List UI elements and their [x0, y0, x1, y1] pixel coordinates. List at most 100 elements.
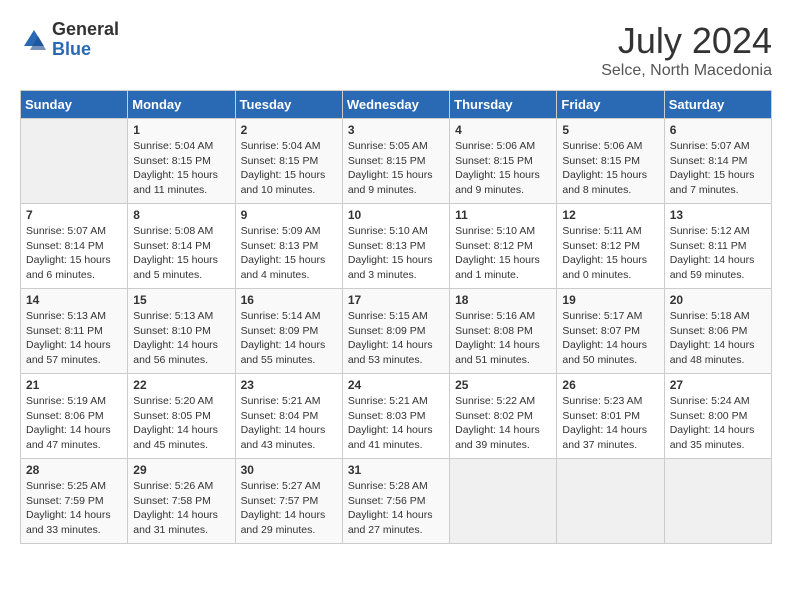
col-thursday: Thursday [450, 91, 557, 119]
sunrise: Sunrise: 5:04 AM [133, 140, 213, 152]
calendar-cell: 6 Sunrise: 5:07 AM Sunset: 8:14 PM Dayli… [664, 119, 771, 204]
sunset: Sunset: 7:58 PM [133, 495, 211, 507]
sunset: Sunset: 8:01 PM [562, 410, 640, 422]
col-saturday: Saturday [664, 91, 771, 119]
daylight: Daylight: 14 hours and 48 minutes. [670, 339, 755, 366]
day-number: 22 [133, 378, 229, 392]
sunrise: Sunrise: 5:08 AM [133, 225, 213, 237]
header-row: Sunday Monday Tuesday Wednesday Thursday… [21, 91, 772, 119]
daylight: Daylight: 15 hours and 0 minutes. [562, 254, 647, 281]
daylight: Daylight: 14 hours and 43 minutes. [241, 424, 326, 451]
sunset: Sunset: 8:00 PM [670, 410, 748, 422]
sunrise: Sunrise: 5:13 AM [26, 310, 106, 322]
day-info: Sunrise: 5:06 AM Sunset: 8:15 PM Dayligh… [562, 139, 658, 198]
day-number: 15 [133, 293, 229, 307]
calendar-cell: 18 Sunrise: 5:16 AM Sunset: 8:08 PM Dayl… [450, 289, 557, 374]
day-info: Sunrise: 5:10 AM Sunset: 8:12 PM Dayligh… [455, 224, 551, 283]
sunset: Sunset: 8:05 PM [133, 410, 211, 422]
day-info: Sunrise: 5:20 AM Sunset: 8:05 PM Dayligh… [133, 394, 229, 453]
day-info: Sunrise: 5:25 AM Sunset: 7:59 PM Dayligh… [26, 479, 122, 538]
daylight: Daylight: 14 hours and 55 minutes. [241, 339, 326, 366]
day-info: Sunrise: 5:21 AM Sunset: 8:03 PM Dayligh… [348, 394, 444, 453]
week-row-1: 1 Sunrise: 5:04 AM Sunset: 8:15 PM Dayli… [21, 119, 772, 204]
sunrise: Sunrise: 5:04 AM [241, 140, 321, 152]
day-info: Sunrise: 5:21 AM Sunset: 8:04 PM Dayligh… [241, 394, 337, 453]
sunrise: Sunrise: 5:07 AM [670, 140, 750, 152]
day-info: Sunrise: 5:13 AM Sunset: 8:11 PM Dayligh… [26, 309, 122, 368]
daylight: Daylight: 15 hours and 7 minutes. [670, 169, 755, 196]
day-number: 4 [455, 123, 551, 137]
daylight: Daylight: 14 hours and 59 minutes. [670, 254, 755, 281]
calendar-cell: 27 Sunrise: 5:24 AM Sunset: 8:00 PM Dayl… [664, 374, 771, 459]
calendar-cell: 16 Sunrise: 5:14 AM Sunset: 8:09 PM Dayl… [235, 289, 342, 374]
calendar-cell: 3 Sunrise: 5:05 AM Sunset: 8:15 PM Dayli… [342, 119, 449, 204]
week-row-3: 14 Sunrise: 5:13 AM Sunset: 8:11 PM Dayl… [21, 289, 772, 374]
calendar-table: Sunday Monday Tuesday Wednesday Thursday… [20, 90, 772, 544]
day-info: Sunrise: 5:18 AM Sunset: 8:06 PM Dayligh… [670, 309, 766, 368]
daylight: Daylight: 14 hours and 57 minutes. [26, 339, 111, 366]
logo-blue-text: Blue [52, 40, 119, 60]
sunset: Sunset: 8:15 PM [241, 155, 319, 167]
daylight: Daylight: 15 hours and 10 minutes. [241, 169, 326, 196]
month-year: July 2024 [601, 20, 772, 62]
day-info: Sunrise: 5:09 AM Sunset: 8:13 PM Dayligh… [241, 224, 337, 283]
calendar-cell: 31 Sunrise: 5:28 AM Sunset: 7:56 PM Dayl… [342, 459, 449, 544]
daylight: Daylight: 14 hours and 51 minutes. [455, 339, 540, 366]
col-sunday: Sunday [21, 91, 128, 119]
calendar-cell [557, 459, 664, 544]
col-friday: Friday [557, 91, 664, 119]
sunset: Sunset: 8:09 PM [348, 325, 426, 337]
daylight: Daylight: 15 hours and 5 minutes. [133, 254, 218, 281]
calendar-cell: 22 Sunrise: 5:20 AM Sunset: 8:05 PM Dayl… [128, 374, 235, 459]
week-row-2: 7 Sunrise: 5:07 AM Sunset: 8:14 PM Dayli… [21, 204, 772, 289]
calendar-cell: 12 Sunrise: 5:11 AM Sunset: 8:12 PM Dayl… [557, 204, 664, 289]
day-info: Sunrise: 5:15 AM Sunset: 8:09 PM Dayligh… [348, 309, 444, 368]
day-number: 23 [241, 378, 337, 392]
sunset: Sunset: 8:11 PM [670, 240, 747, 252]
day-info: Sunrise: 5:19 AM Sunset: 8:06 PM Dayligh… [26, 394, 122, 453]
day-info: Sunrise: 5:27 AM Sunset: 7:57 PM Dayligh… [241, 479, 337, 538]
daylight: Daylight: 14 hours and 31 minutes. [133, 509, 218, 536]
day-info: Sunrise: 5:04 AM Sunset: 8:15 PM Dayligh… [133, 139, 229, 198]
col-wednesday: Wednesday [342, 91, 449, 119]
day-number: 28 [26, 463, 122, 477]
calendar-cell: 28 Sunrise: 5:25 AM Sunset: 7:59 PM Dayl… [21, 459, 128, 544]
sunset: Sunset: 8:14 PM [670, 155, 748, 167]
daylight: Daylight: 14 hours and 56 minutes. [133, 339, 218, 366]
sunrise: Sunrise: 5:27 AM [241, 480, 321, 492]
sunrise: Sunrise: 5:21 AM [348, 395, 428, 407]
week-row-5: 28 Sunrise: 5:25 AM Sunset: 7:59 PM Dayl… [21, 459, 772, 544]
calendar-cell: 7 Sunrise: 5:07 AM Sunset: 8:14 PM Dayli… [21, 204, 128, 289]
day-number: 14 [26, 293, 122, 307]
day-info: Sunrise: 5:28 AM Sunset: 7:56 PM Dayligh… [348, 479, 444, 538]
daylight: Daylight: 15 hours and 8 minutes. [562, 169, 647, 196]
day-info: Sunrise: 5:05 AM Sunset: 8:15 PM Dayligh… [348, 139, 444, 198]
sunrise: Sunrise: 5:28 AM [348, 480, 428, 492]
sunset: Sunset: 8:08 PM [455, 325, 533, 337]
day-number: 24 [348, 378, 444, 392]
day-number: 5 [562, 123, 658, 137]
day-number: 27 [670, 378, 766, 392]
title-area: July 2024 Selce, North Macedonia [601, 20, 772, 80]
daylight: Daylight: 15 hours and 11 minutes. [133, 169, 218, 196]
day-number: 25 [455, 378, 551, 392]
calendar-cell: 4 Sunrise: 5:06 AM Sunset: 8:15 PM Dayli… [450, 119, 557, 204]
daylight: Daylight: 14 hours and 27 minutes. [348, 509, 433, 536]
calendar-cell: 10 Sunrise: 5:10 AM Sunset: 8:13 PM Dayl… [342, 204, 449, 289]
sunrise: Sunrise: 5:22 AM [455, 395, 535, 407]
sunrise: Sunrise: 5:05 AM [348, 140, 428, 152]
daylight: Daylight: 14 hours and 53 minutes. [348, 339, 433, 366]
sunset: Sunset: 8:12 PM [455, 240, 533, 252]
day-info: Sunrise: 5:10 AM Sunset: 8:13 PM Dayligh… [348, 224, 444, 283]
day-number: 20 [670, 293, 766, 307]
sunset: Sunset: 8:12 PM [562, 240, 640, 252]
col-tuesday: Tuesday [235, 91, 342, 119]
calendar-cell: 20 Sunrise: 5:18 AM Sunset: 8:06 PM Dayl… [664, 289, 771, 374]
daylight: Daylight: 15 hours and 4 minutes. [241, 254, 326, 281]
day-number: 12 [562, 208, 658, 222]
day-number: 10 [348, 208, 444, 222]
day-info: Sunrise: 5:07 AM Sunset: 8:14 PM Dayligh… [670, 139, 766, 198]
sunrise: Sunrise: 5:25 AM [26, 480, 106, 492]
logo-text: General Blue [52, 20, 119, 60]
day-info: Sunrise: 5:11 AM Sunset: 8:12 PM Dayligh… [562, 224, 658, 283]
